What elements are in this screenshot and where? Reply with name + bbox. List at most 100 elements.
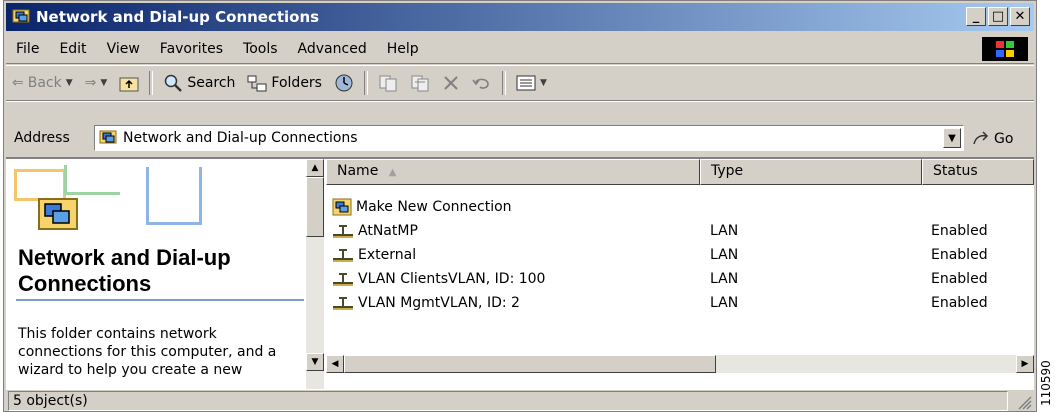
scroll-thumb[interactable]	[344, 355, 716, 373]
history-button[interactable]	[328, 73, 360, 93]
search-icon	[165, 74, 183, 92]
move-to-button[interactable]	[372, 74, 404, 92]
scroll-left-button[interactable]: ◀	[326, 355, 344, 373]
scroll-up-button[interactable]: ▲	[306, 159, 324, 177]
content-area: Network and Dial-up Connections This fol…	[6, 157, 1034, 389]
move-to-icon	[379, 75, 397, 92]
connection-status: Enabled	[931, 295, 988, 311]
delete-icon	[444, 76, 458, 90]
network-folder-icon	[38, 195, 78, 235]
new-connection-icon	[332, 198, 352, 216]
connection-type: LAN	[710, 247, 739, 263]
list-item[interactable]: VLAN MgmtVLAN, ID: 2 LAN Enabled	[326, 291, 1034, 315]
lan-connection-icon	[333, 225, 353, 238]
vertical-scrollbar[interactable]: ▲ ▼	[306, 159, 324, 389]
connection-type: LAN	[710, 223, 739, 239]
menu-tools[interactable]: Tools	[233, 41, 288, 57]
menu-edit[interactable]: Edit	[49, 41, 96, 57]
list-item[interactable]: VLAN ClientsVLAN, ID: 100 LAN Enabled	[326, 267, 1034, 291]
list-item[interactable]: External LAN Enabled	[326, 243, 1034, 267]
sort-ascending-icon: ▲	[388, 167, 397, 178]
menu-file[interactable]: File	[6, 41, 49, 57]
menu-view[interactable]: View	[97, 41, 150, 57]
views-button[interactable]: ▼	[510, 74, 553, 92]
status-text: 5 object(s)	[8, 391, 1008, 411]
minimize-button[interactable]: _	[966, 7, 986, 26]
address-value: Network and Dial-up Connections	[123, 130, 358, 146]
chevron-down-icon[interactable]: ▼	[540, 78, 547, 88]
panel-description: This folder contains network connections…	[18, 326, 277, 378]
address-bar: Address Network and Dial-up Connections …	[6, 101, 1034, 156]
up-folder-icon	[119, 77, 139, 92]
folders-button[interactable]: Folders	[241, 74, 328, 92]
panel-title: Network and Dial-up Connections	[18, 245, 231, 296]
connection-name: AtNatMP	[358, 223, 418, 239]
scroll-down-button[interactable]: ▼	[306, 353, 324, 371]
views-icon	[516, 75, 536, 91]
copy-to-button[interactable]	[404, 74, 436, 92]
connection-name: VLAN ClientsVLAN, ID: 100	[358, 271, 546, 287]
column-header-type[interactable]: Type	[700, 159, 922, 185]
resize-grip-icon[interactable]	[1016, 394, 1032, 410]
back-label: Back	[27, 75, 62, 91]
menu-help[interactable]: Help	[377, 41, 429, 57]
folders-icon	[247, 75, 267, 92]
delete-button[interactable]	[436, 74, 466, 92]
chevron-down-icon[interactable]: ▼	[66, 78, 73, 88]
search-button[interactable]: Search	[157, 73, 241, 93]
connection-name: External	[358, 247, 417, 263]
connection-type: LAN	[710, 271, 739, 287]
column-header-status[interactable]: Status	[922, 159, 1034, 185]
scroll-thumb[interactable]	[306, 177, 324, 237]
address-input[interactable]: Network and Dial-up Connections ▼	[94, 125, 964, 151]
windows-logo-icon	[982, 37, 1028, 61]
column-type-label: Type	[711, 163, 744, 179]
status-bar: 5 object(s)	[6, 389, 1034, 412]
column-header-name[interactable]: Name ▲	[326, 159, 700, 185]
close-button[interactable]: ✕	[1010, 7, 1030, 26]
forward-button[interactable]: ⇒ ▼	[79, 75, 114, 91]
list-item[interactable]: AtNatMP LAN Enabled	[326, 219, 1034, 243]
connection-status: Enabled	[931, 271, 988, 287]
up-folder-button[interactable]	[113, 74, 145, 92]
menu-bar: File Edit View Favorites Tools Advanced …	[6, 35, 1034, 64]
go-label: Go	[994, 131, 1014, 147]
standard-toolbar: ⇐ Back ▼ ⇒ ▼ Search Folders ▼	[6, 65, 1034, 101]
go-button[interactable]: Go	[972, 130, 1013, 148]
undo-icon	[472, 78, 489, 89]
connection-type: LAN	[710, 295, 739, 311]
explorer-window: Network and Dial-up Connections _ □ ✕ Fi…	[3, 0, 1037, 412]
connection-status: Enabled	[931, 223, 988, 239]
folders-label: Folders	[271, 75, 322, 91]
forward-arrow-icon: ⇒	[84, 75, 97, 91]
connection-status: Enabled	[931, 247, 988, 263]
connection-name: VLAN MgmtVLAN, ID: 2	[358, 295, 520, 311]
address-label: Address	[14, 130, 70, 146]
figure-id: 110590	[1039, 360, 1053, 406]
lan-connection-icon	[333, 249, 353, 262]
menu-favorites[interactable]: Favorites	[150, 41, 233, 57]
go-arrow-icon	[973, 131, 989, 145]
network-folder-icon	[99, 128, 117, 148]
decorative-square	[64, 165, 120, 195]
lan-connection-icon	[333, 273, 353, 286]
window-title: Network and Dial-up Connections	[36, 8, 320, 26]
search-label: Search	[187, 75, 236, 91]
toolbar-separator	[501, 71, 506, 95]
column-name-label: Name	[337, 163, 379, 179]
decorative-square	[146, 167, 202, 225]
horizontal-scrollbar[interactable]: ◀ ▶	[326, 355, 1034, 373]
back-button[interactable]: ⇐ Back ▼	[6, 75, 79, 91]
chevron-down-icon[interactable]: ▼	[100, 78, 107, 88]
network-folder-icon	[12, 7, 30, 27]
history-icon	[335, 74, 353, 92]
undo-button[interactable]	[466, 74, 498, 92]
back-arrow-icon: ⇐	[12, 75, 24, 91]
menu-advanced[interactable]: Advanced	[288, 41, 377, 57]
address-dropdown-button[interactable]: ▼	[943, 128, 961, 148]
list-item[interactable]: Make New Connection	[326, 195, 1034, 219]
toolbar-separator	[149, 71, 154, 95]
title-bar[interactable]: Network and Dial-up Connections _ □ ✕	[6, 3, 1034, 31]
scroll-right-button[interactable]: ▶	[1016, 355, 1034, 373]
maximize-button[interactable]: □	[988, 7, 1008, 26]
